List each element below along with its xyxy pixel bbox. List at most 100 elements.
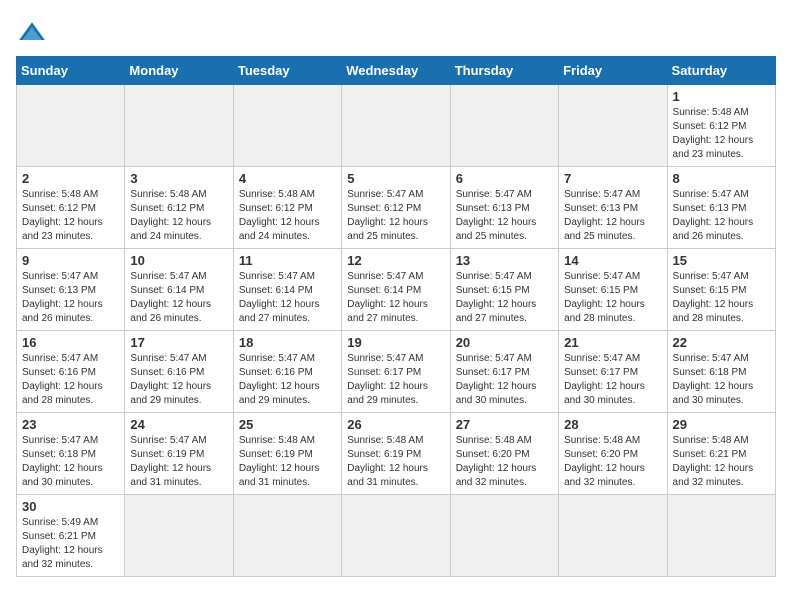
week-row-1: 1Sunrise: 5:48 AM Sunset: 6:12 PM Daylig… <box>17 85 776 167</box>
week-row-3: 9Sunrise: 5:47 AM Sunset: 6:13 PM Daylig… <box>17 249 776 331</box>
day-info: Sunrise: 5:47 AM Sunset: 6:14 PM Dayligh… <box>347 270 444 326</box>
day-cell: 9Sunrise: 5:47 AM Sunset: 6:13 PM Daylig… <box>17 249 125 331</box>
day-info: Sunrise: 5:47 AM Sunset: 6:19 PM Dayligh… <box>130 434 227 490</box>
day-cell: 16 Sunrise: 5:47 AM Sunset: 6:16 PM Dayli… <box>17 331 125 413</box>
day-info: Sunrise: 5:47 AM Sunset: 6:17 PM Dayligh… <box>564 352 661 408</box>
col-header-tuesday: Tuesday <box>233 57 341 85</box>
day-info: Sunrise: 5:47 AM Sunset: 6:13 PM Dayligh… <box>564 188 661 244</box>
day-info: Sunrise: 5:47 AM Sunset: 6:16 PM Dayligh… <box>22 352 119 408</box>
day-info: Sunrise: 5:48 AM Sunset: 6:19 PM Dayligh… <box>239 434 336 490</box>
day-cell: 27 Sunrise: 5:48 AM Sunset: 6:20 PM Dayli… <box>450 413 558 495</box>
day-number: 19 <box>347 335 444 350</box>
day-cell: 22 Sunrise: 5:47 AM Sunset: 6:18 PM Dayli… <box>667 331 775 413</box>
day-info: Sunrise: 5:47 AM Sunset: 6:18 PM Dayligh… <box>22 434 119 490</box>
day-info: Sunrise: 5:47 AM Sunset: 6:12 PM Dayligh… <box>347 188 444 244</box>
day-cell: 26 Sunrise: 5:48 AM Sunset: 6:19 PM Dayli… <box>342 413 450 495</box>
day-cell: 1Sunrise: 5:48 AM Sunset: 6:12 PM Daylig… <box>667 85 775 167</box>
week-row-5: 23 Sunrise: 5:47 AM Sunset: 6:18 PM Dayli… <box>17 413 776 495</box>
day-info: Sunrise: 5:47 AM Sunset: 6:15 PM Dayligh… <box>673 270 770 326</box>
day-number: 30 <box>22 499 119 514</box>
day-number: 11 <box>239 253 336 268</box>
day-cell <box>233 495 341 577</box>
col-header-sunday: Sunday <box>17 57 125 85</box>
day-info: Sunrise: 5:48 AM Sunset: 6:12 PM Dayligh… <box>22 188 119 244</box>
day-cell: 13Sunrise: 5:47 AM Sunset: 6:15 PM Dayli… <box>450 249 558 331</box>
day-number: 10 <box>130 253 227 268</box>
day-info: Sunrise: 5:47 AM Sunset: 6:16 PM Dayligh… <box>130 352 227 408</box>
day-info: Sunrise: 5:47 AM Sunset: 6:15 PM Dayligh… <box>564 270 661 326</box>
day-cell: 23 Sunrise: 5:47 AM Sunset: 6:18 PM Dayli… <box>17 413 125 495</box>
day-cell: 14 Sunrise: 5:47 AM Sunset: 6:15 PM Dayli… <box>559 249 667 331</box>
day-number: 16 <box>22 335 119 350</box>
day-cell <box>450 495 558 577</box>
day-number: 12 <box>347 253 444 268</box>
day-cell <box>559 495 667 577</box>
col-header-thursday: Thursday <box>450 57 558 85</box>
day-cell <box>233 85 341 167</box>
day-cell: 19 Sunrise: 5:47 AM Sunset: 6:17 PM Dayli… <box>342 331 450 413</box>
col-header-saturday: Saturday <box>667 57 775 85</box>
day-cell: 10 Sunrise: 5:47 AM Sunset: 6:14 PM Dayli… <box>125 249 233 331</box>
day-info: Sunrise: 5:47 AM Sunset: 6:14 PM Dayligh… <box>130 270 227 326</box>
day-number: 24 <box>130 417 227 432</box>
day-number: 7 <box>564 171 661 186</box>
day-cell <box>667 495 775 577</box>
day-cell <box>125 495 233 577</box>
day-number: 23 <box>22 417 119 432</box>
calendar-table: SundayMondayTuesdayWednesdayThursdayFrid… <box>16 56 776 577</box>
day-cell: 24 Sunrise: 5:47 AM Sunset: 6:19 PM Dayli… <box>125 413 233 495</box>
day-number: 27 <box>456 417 553 432</box>
day-cell <box>559 85 667 167</box>
day-info: Sunrise: 5:47 AM Sunset: 6:13 PM Dayligh… <box>456 188 553 244</box>
col-header-monday: Monday <box>125 57 233 85</box>
day-number: 5 <box>347 171 444 186</box>
day-cell: 3 Sunrise: 5:48 AM Sunset: 6:12 PM Daylig… <box>125 167 233 249</box>
day-cell: 20 Sunrise: 5:47 AM Sunset: 6:17 PM Dayli… <box>450 331 558 413</box>
day-cell <box>450 85 558 167</box>
day-cell <box>17 85 125 167</box>
week-row-6: 30 Sunrise: 5:49 AM Sunset: 6:21 PM Dayli… <box>17 495 776 577</box>
day-number: 2 <box>22 171 119 186</box>
day-number: 3 <box>130 171 227 186</box>
day-info: Sunrise: 5:48 AM Sunset: 6:21 PM Dayligh… <box>673 434 770 490</box>
day-number: 15 <box>673 253 770 268</box>
day-number: 17 <box>130 335 227 350</box>
day-info: Sunrise: 5:48 AM Sunset: 6:20 PM Dayligh… <box>456 434 553 490</box>
day-cell: 12 Sunrise: 5:47 AM Sunset: 6:14 PM Dayli… <box>342 249 450 331</box>
day-cell: 25Sunrise: 5:48 AM Sunset: 6:19 PM Dayli… <box>233 413 341 495</box>
day-number: 22 <box>673 335 770 350</box>
day-number: 6 <box>456 171 553 186</box>
day-info: Sunrise: 5:47 AM Sunset: 6:13 PM Dayligh… <box>673 188 770 244</box>
day-info: Sunrise: 5:47 AM Sunset: 6:18 PM Dayligh… <box>673 352 770 408</box>
day-cell: 17 Sunrise: 5:47 AM Sunset: 6:16 PM Dayli… <box>125 331 233 413</box>
day-cell: 15 Sunrise: 5:47 AM Sunset: 6:15 PM Dayli… <box>667 249 775 331</box>
day-info: Sunrise: 5:48 AM Sunset: 6:12 PM Dayligh… <box>130 188 227 244</box>
day-info: Sunrise: 5:47 AM Sunset: 6:17 PM Dayligh… <box>347 352 444 408</box>
day-cell: 28Sunrise: 5:48 AM Sunset: 6:20 PM Dayli… <box>559 413 667 495</box>
logo-icon <box>16 16 48 48</box>
day-cell: 21 Sunrise: 5:47 AM Sunset: 6:17 PM Dayli… <box>559 331 667 413</box>
day-cell: 30 Sunrise: 5:49 AM Sunset: 6:21 PM Dayli… <box>17 495 125 577</box>
day-cell: 4Sunrise: 5:48 AM Sunset: 6:12 PM Daylig… <box>233 167 341 249</box>
day-info: Sunrise: 5:48 AM Sunset: 6:12 PM Dayligh… <box>239 188 336 244</box>
week-row-2: 2 Sunrise: 5:48 AM Sunset: 6:12 PM Daylig… <box>17 167 776 249</box>
day-number: 26 <box>347 417 444 432</box>
day-cell: 7 Sunrise: 5:47 AM Sunset: 6:13 PM Daylig… <box>559 167 667 249</box>
day-number: 13 <box>456 253 553 268</box>
day-cell: 5 Sunrise: 5:47 AM Sunset: 6:12 PM Daylig… <box>342 167 450 249</box>
day-info: Sunrise: 5:47 AM Sunset: 6:17 PM Dayligh… <box>456 352 553 408</box>
day-info: Sunrise: 5:47 AM Sunset: 6:14 PM Dayligh… <box>239 270 336 326</box>
day-info: Sunrise: 5:48 AM Sunset: 6:20 PM Dayligh… <box>564 434 661 490</box>
day-info: Sunrise: 5:49 AM Sunset: 6:21 PM Dayligh… <box>22 516 119 572</box>
page-header <box>16 16 776 48</box>
day-number: 21 <box>564 335 661 350</box>
day-cell: 29Sunrise: 5:48 AM Sunset: 6:21 PM Dayli… <box>667 413 775 495</box>
day-cell <box>125 85 233 167</box>
day-number: 1 <box>673 89 770 104</box>
day-cell: 18Sunrise: 5:47 AM Sunset: 6:16 PM Dayli… <box>233 331 341 413</box>
day-cell <box>342 85 450 167</box>
week-row-4: 16 Sunrise: 5:47 AM Sunset: 6:16 PM Dayli… <box>17 331 776 413</box>
day-number: 20 <box>456 335 553 350</box>
day-number: 14 <box>564 253 661 268</box>
day-info: Sunrise: 5:48 AM Sunset: 6:19 PM Dayligh… <box>347 434 444 490</box>
